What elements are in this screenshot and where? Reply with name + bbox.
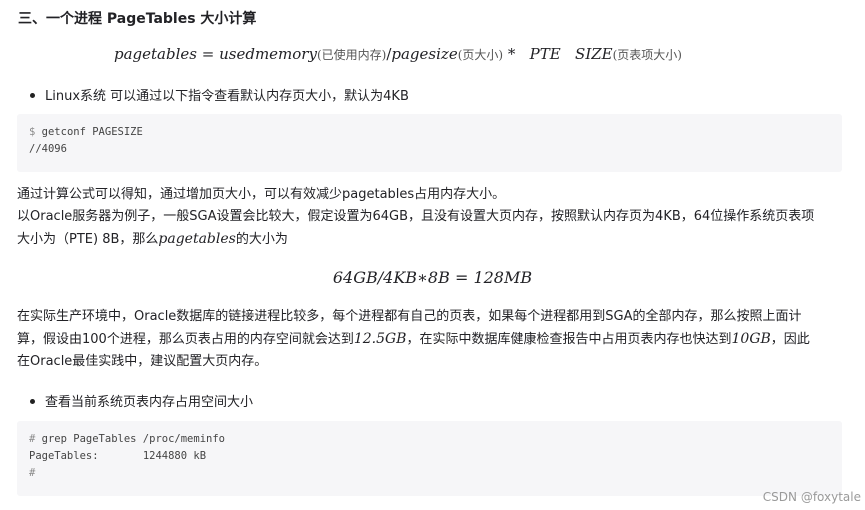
bullet-item-pagetables: 查看当前系统页表内存占用空间大小: [30, 391, 253, 410]
text-segment: 算，假设由100个进程，那么页表占用的内存空间就会达到: [17, 332, 354, 347]
code-line-command: $ getconf PAGESIZE: [29, 124, 830, 141]
paragraph-line: 在实际生产环境中，Oracle数据库的链接进程比较多，每个进程都有自己的页表，如…: [17, 309, 802, 324]
section-heading: 三、一个进程 PageTables 大小计算: [18, 11, 257, 27]
formula-used-note: (已使用内存): [316, 48, 387, 62]
formula-eq: =: [201, 45, 215, 63]
bullet-text: 查看当前系统页表内存占用空间大小: [45, 395, 254, 410]
paragraph-line: 算，假设由100个进程，那么页表占用的内存空间就会达到12.5GB，在实际中数据…: [17, 328, 849, 351]
watermark: CSDN @foxytale: [762, 490, 861, 504]
pagetables-formula: pagetables = usedmemory(已使用内存)/pagesize(…: [114, 45, 682, 63]
paragraph-explanation: 通过计算公式可以得知，通过增加页大小，可以有效减少pagetables占用内存大…: [17, 184, 849, 251]
formula-size-note: (页表项大小): [612, 48, 682, 62]
paragraph-line: 通过计算公式可以得知，通过增加页大小，可以有效减少pagetables占用内存大…: [17, 187, 506, 202]
formula-pagesize-note: (页大小): [457, 48, 504, 62]
paragraph-line: 大小为（PTE) 8B，那么pagetables的大小为: [17, 228, 849, 251]
formula-usedmemory: usedmemory: [219, 45, 317, 63]
output-label: PageTables:: [29, 450, 99, 462]
output-value: 1244880 kB: [142, 450, 207, 462]
shell-prompt: #: [29, 467, 36, 479]
code-command: grep PageTables /proc/meminfo: [41, 433, 225, 445]
bullet-dot: [30, 399, 35, 404]
bullet-text: Linux系统 可以通过以下指令查看默认内存页大小，默认为4KB: [45, 89, 409, 104]
code-command: getconf PAGESIZE: [41, 126, 143, 138]
inline-math: 10GB: [731, 331, 771, 347]
code-block-getconf[interactable]: $ getconf PAGESIZE //4096: [17, 114, 842, 172]
formula-pte: PTE: [529, 45, 561, 63]
text-segment: 的大小为: [235, 232, 288, 247]
text-segment: 大小为（PTE) 8B，那么: [17, 232, 159, 247]
inline-math: pagetables: [158, 231, 236, 247]
code-line-output: //4096: [29, 143, 67, 155]
text-segment: ，在实际中数据库健康检查报告中占用页表内存也快达到: [406, 332, 732, 347]
formula-mul: *: [507, 45, 516, 63]
code-line-output: PageTables: 1244880 kB: [29, 448, 830, 465]
formula-size: SIZE: [575, 45, 613, 63]
size-formula: 64GB/4KB∗8B = 128MB: [332, 268, 533, 287]
paragraph-line: 以Oracle服务器为例子，一般SGA设置会比较大，假定设置为64GB，且没有设…: [17, 209, 815, 224]
code-block-meminfo[interactable]: # grep PageTables /proc/meminfo PageTabl…: [17, 421, 842, 496]
text-segment: ，因此: [770, 332, 810, 347]
code-line-prompt: #: [29, 465, 830, 482]
paragraph-production: 在实际生产环境中，Oracle数据库的链接进程比较多，每个进程都有自己的页表，如…: [17, 306, 849, 373]
formula-lhs: pagetables: [114, 45, 197, 63]
bullet-dot: [30, 93, 35, 98]
inline-math: 12.5GB: [353, 331, 407, 347]
formula-pagesize: pagesize: [391, 45, 458, 63]
bullet-item-pagesize: Linux系统 可以通过以下指令查看默认内存页大小，默认为4KB: [30, 85, 409, 104]
shell-prompt: #: [29, 433, 36, 445]
code-line-command: # grep PageTables /proc/meminfo: [29, 431, 830, 448]
paragraph-line: 在Oracle最佳实践中，建议配置大页内存。: [17, 354, 268, 369]
shell-prompt: $: [29, 126, 36, 138]
